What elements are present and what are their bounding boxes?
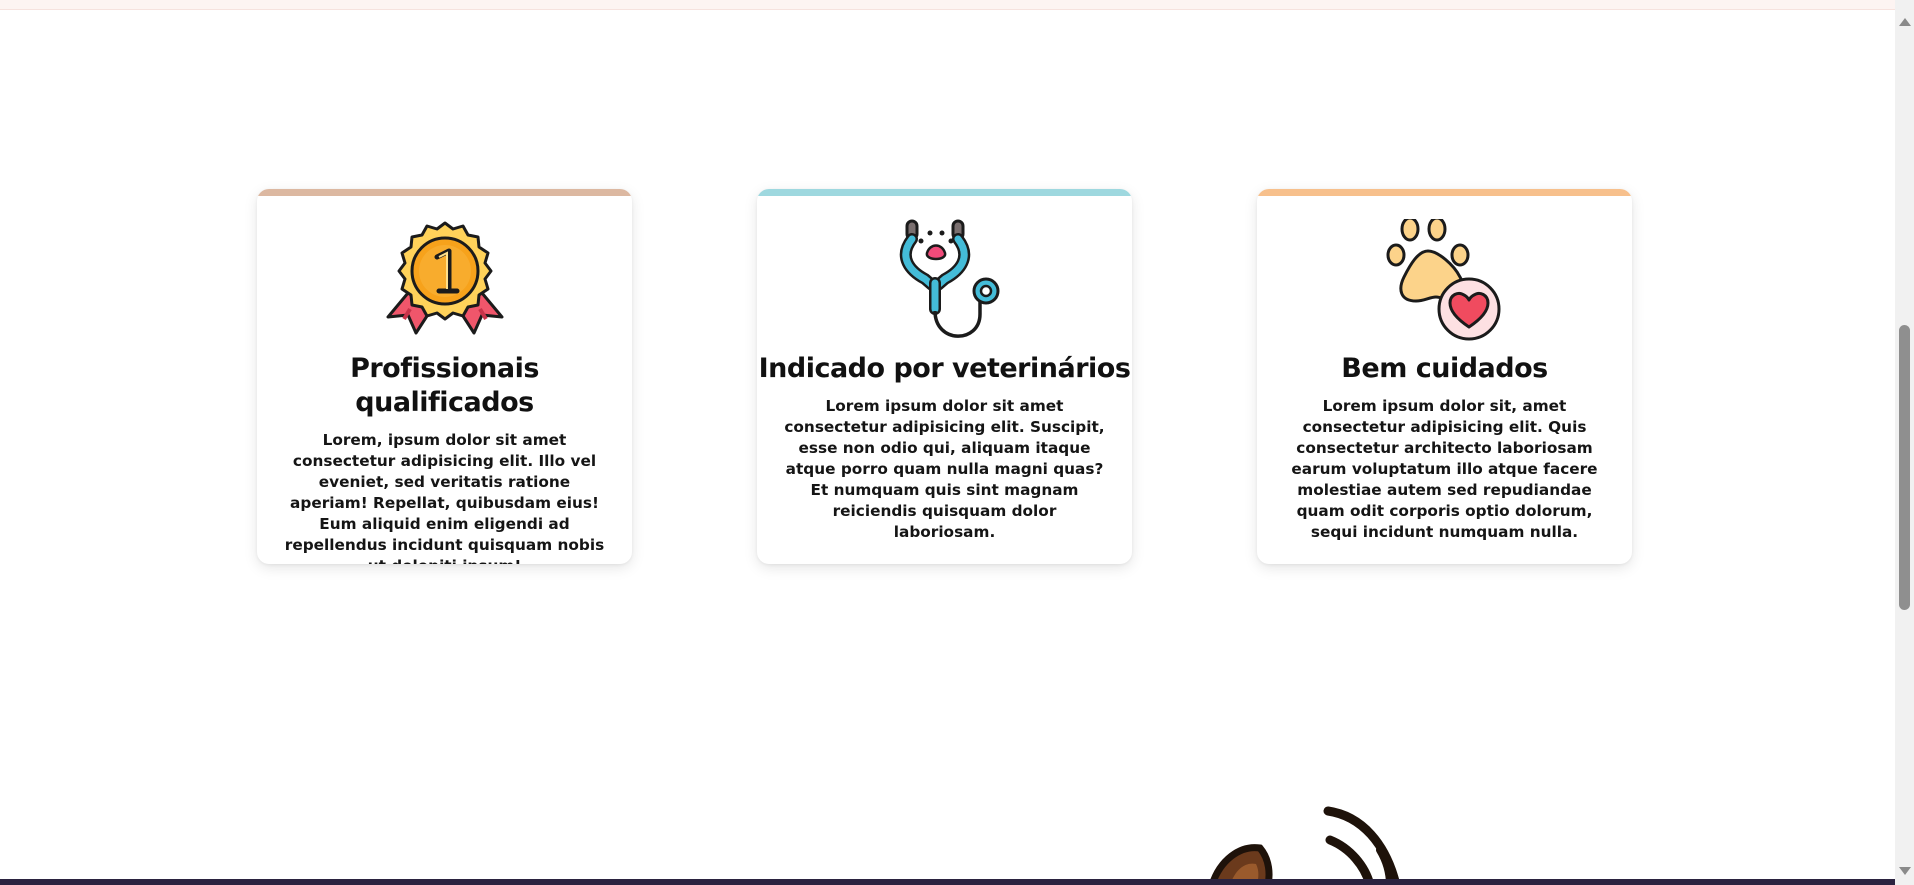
card-title: Indicado por veterinários <box>758 353 1131 384</box>
feature-card-qualified: Profissionais qualificados Lorem, ipsum … <box>257 189 632 564</box>
card-description: Lorem ipsum dolor sit amet consectetur a… <box>784 397 1105 541</box>
card-title: Bem cuidados <box>1341 353 1548 384</box>
scroll-down-icon[interactable] <box>1899 867 1911 875</box>
stethoscope-icon <box>899 219 999 338</box>
footer-edge <box>0 879 1895 885</box>
card-title: Profissionais qualificados <box>350 353 539 418</box>
page: Profissionais qualificados Lorem, ipsum … <box>0 0 1914 885</box>
paw-heart-icon <box>1386 219 1500 341</box>
card-description: Lorem ipsum dolor sit, amet consectetur … <box>1291 397 1598 541</box>
scroll-thumb[interactable] <box>1899 325 1910 610</box>
vertical-scrollbar[interactable] <box>1895 0 1914 885</box>
header-edge <box>0 0 1895 10</box>
medal-icon <box>386 221 503 335</box>
scroll-up-icon[interactable] <box>1899 18 1911 26</box>
feature-card-care: Bem cuidados Lorem ipsum dolor sit, amet… <box>1257 189 1632 564</box>
feature-card-vet: Indicado por veterinários Lorem ipsum do… <box>757 189 1132 564</box>
cat-illustration <box>1208 806 1401 885</box>
card-description: Lorem, ipsum dolor sit amet consectetur … <box>284 431 605 564</box>
